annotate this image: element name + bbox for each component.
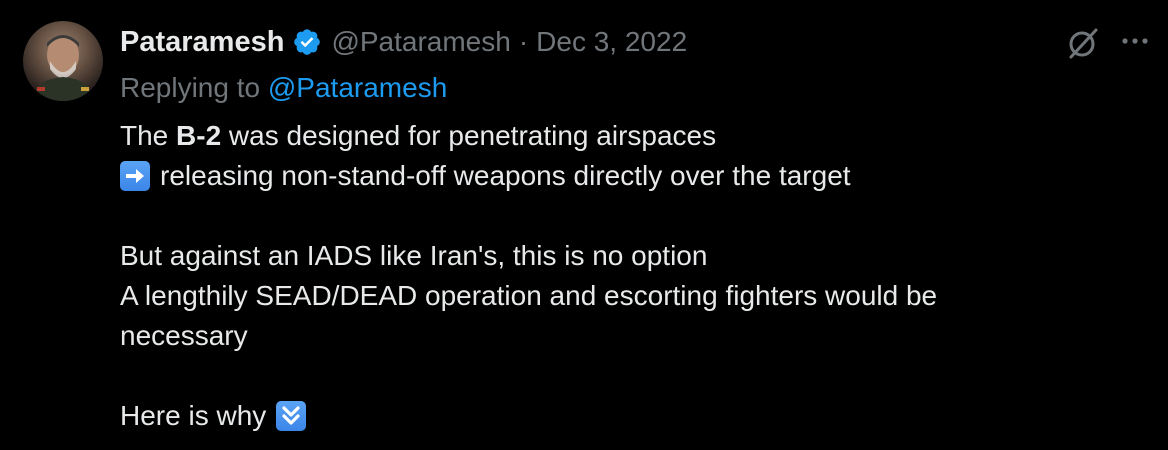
text-bold-b2: B-2 <box>176 120 222 151</box>
text-line-5: necessary <box>120 316 1120 356</box>
text-line-1: The B-2 was designed for penetrating air… <box>120 116 1120 156</box>
text-line-1-end: was designed for penetrating airspaces <box>221 120 717 151</box>
tweet-text: The B-2 was designed for penetrating air… <box>120 116 1120 436</box>
text-line-4: A lengthily SEAD/DEAD operation and esco… <box>120 276 1120 316</box>
text-line-3-content: But against an IADS like Iran's, this is… <box>120 240 708 271</box>
text-line-2: releasing non-stand-off weapons directly… <box>120 156 1120 196</box>
tweet: Pataramesh @Pataramesh · Dec 3, 2022 Rep… <box>0 0 1168 450</box>
avatar[interactable] <box>23 21 103 101</box>
reply-mention-link[interactable]: @Pataramesh <box>268 72 447 103</box>
text-line-2-content: releasing non-stand-off weapons directly… <box>160 160 851 191</box>
avatar-image <box>31 35 95 101</box>
grok-icon[interactable] <box>1066 26 1100 60</box>
display-name[interactable]: Pataramesh <box>120 26 284 59</box>
verified-badge-icon <box>292 27 322 57</box>
reply-prefix: Replying to <box>120 72 261 103</box>
text-line-6: Here is why <box>120 396 1120 436</box>
meta-separator: · <box>518 26 529 57</box>
text-line-6-content: Here is why <box>120 400 267 431</box>
text-line-5-content: necessary <box>120 320 248 351</box>
more-icon[interactable] <box>1120 34 1150 48</box>
tweet-header: Pataramesh @Pataramesh · Dec 3, 2022 <box>120 22 687 62</box>
handle[interactable]: @Pataramesh <box>331 26 510 58</box>
double-down-arrow-emoji-icon <box>276 401 307 431</box>
text-line-1-start: The <box>120 120 177 151</box>
right-arrow-emoji-icon <box>120 161 150 191</box>
text-line-3: But against an IADS like Iran's, this is… <box>120 236 1120 276</box>
text-line-4-content: A lengthily SEAD/DEAD operation and esco… <box>120 280 938 311</box>
tweet-date[interactable]: Dec 3, 2022 <box>536 26 687 58</box>
replying-to: Replying to @Pataramesh <box>120 72 447 104</box>
